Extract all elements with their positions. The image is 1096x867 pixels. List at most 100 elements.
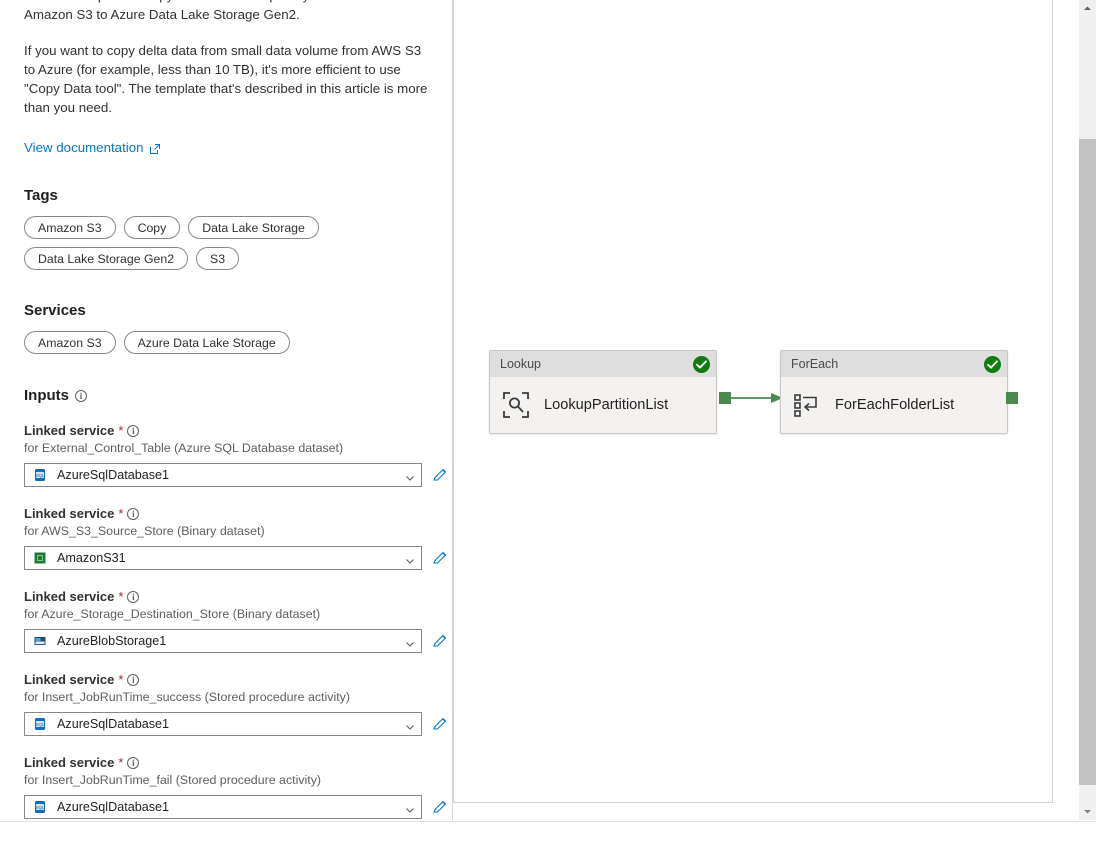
field-label: Linked service *	[24, 589, 428, 604]
svg-text:SQL: SQL	[35, 805, 45, 810]
linked-service-value: AzureBlobStorage1	[57, 634, 167, 648]
view-documentation-label: View documentation	[24, 140, 144, 155]
edit-pencil-icon[interactable]	[432, 799, 448, 815]
services-heading: Services	[24, 302, 86, 319]
amazon-s3-icon	[33, 551, 47, 565]
chevron-down-icon	[405, 470, 415, 481]
connector-lookup-to-foreach	[731, 393, 783, 403]
linked-service-dropdown[interactable]: SQL AzureSqlDatabase1	[24, 463, 422, 487]
field-label: Linked service *	[24, 423, 428, 438]
required-indicator: *	[118, 755, 124, 770]
inputs-heading-label: Inputs	[24, 387, 69, 404]
foreach-icon	[793, 391, 821, 419]
linked-service-value: AzureSqlDatabase1	[57, 468, 170, 482]
linked-service-field: Linked service * for External_Control_Ta…	[24, 423, 447, 487]
pipeline-node-foreach[interactable]: ForEach ForEachFolderList	[780, 350, 1008, 434]
tag-chip: S3	[196, 247, 240, 270]
linked-service-field: Linked service * for AWS_S3_Source_Store…	[24, 506, 447, 570]
services-list: Amazon S3 Azure Data Lake Storage	[24, 331, 428, 354]
linked-service-dropdown[interactable]: SQL AzureSqlDatabase1	[24, 795, 422, 819]
node-type-label: ForEach	[791, 357, 839, 371]
field-label-text: Linked service	[24, 506, 115, 521]
node-name-label: ForEachFolderList	[835, 397, 955, 413]
linked-service-value: AzureSqlDatabase1	[57, 717, 170, 731]
field-control-row: SQL AzureSqlDatabase1	[24, 795, 447, 819]
field-control-row: SQL AzureSqlDatabase1	[24, 463, 447, 487]
node-name-label: LookupPartitionList	[544, 397, 669, 413]
node-output-port[interactable]	[1006, 392, 1018, 404]
field-label-text: Linked service	[24, 755, 115, 770]
field-label: Linked service *	[24, 755, 428, 770]
edit-pencil-icon[interactable]	[432, 467, 448, 483]
field-sublabel: for Insert_JobRunTime_fail (Stored proce…	[24, 773, 322, 787]
inputs-heading: Inputs	[24, 387, 428, 404]
template-details-panel: Use this template to copy delta data fro…	[0, 0, 452, 820]
info-icon[interactable]	[127, 673, 140, 686]
required-indicator: *	[118, 423, 124, 438]
linked-service-dropdown[interactable]: AmazonS31	[24, 546, 422, 570]
field-label: Linked service *	[24, 672, 428, 687]
required-indicator: *	[118, 672, 124, 687]
info-icon[interactable]	[75, 389, 87, 402]
pipeline-canvas[interactable]: Lookup LookupPartitionList ForEach ForEa…	[453, 0, 1053, 803]
node-body: ForEachFolderList	[781, 377, 1007, 433]
page-scrollbar-thumb[interactable]	[1079, 139, 1096, 785]
field-sublabel: for Azure_Storage_Destination_Store (Bin…	[24, 607, 321, 621]
azure-sql-database-icon: SQL	[33, 717, 47, 731]
required-indicator: *	[118, 589, 124, 604]
tag-chip: Copy	[123, 216, 181, 239]
scroll-up-arrow-icon[interactable]	[1079, 0, 1096, 17]
field-control-row: AmazonS31	[24, 546, 447, 570]
chevron-down-icon	[405, 719, 415, 730]
linked-service-value: AzureSqlDatabase1	[57, 800, 170, 814]
node-body: LookupPartitionList	[490, 377, 716, 433]
edit-pencil-icon[interactable]	[432, 550, 448, 566]
node-header: ForEach	[781, 351, 1007, 377]
linked-service-field: Linked service * for Insert_JobRunTime_s…	[24, 672, 447, 736]
pipeline-node-lookup[interactable]: Lookup LookupPartitionList	[489, 350, 717, 434]
required-indicator: *	[118, 506, 124, 521]
tag-chip: Data Lake Storage Gen2	[24, 247, 189, 270]
info-icon[interactable]	[127, 424, 140, 437]
linked-service-field: Linked service * for Insert_JobRunTime_f…	[24, 755, 447, 819]
description-paragraph-2: If you want to copy delta data from smal…	[24, 43, 428, 115]
svg-text:SQL: SQL	[35, 722, 45, 727]
tag-chip: Amazon S3	[24, 216, 116, 239]
svg-text:SQL: SQL	[35, 473, 45, 478]
field-label-text: Linked service	[24, 589, 115, 604]
node-status-valid-icon	[693, 355, 710, 373]
info-icon[interactable]	[127, 507, 140, 520]
edit-pencil-icon[interactable]	[432, 633, 448, 649]
field-sublabel: for External_Control_Table (Azure SQL Da…	[24, 441, 344, 455]
field-label-text: Linked service	[24, 672, 115, 687]
service-chip: Amazon S3	[24, 331, 116, 354]
field-control-row: SQL AzureSqlDatabase1	[24, 712, 447, 736]
linked-service-field: Linked service * for Azure_Storage_Desti…	[24, 589, 447, 653]
azure-sql-database-icon: SQL	[33, 800, 47, 814]
tag-chip: Data Lake Storage	[188, 216, 319, 239]
view-documentation-link[interactable]: View documentation	[24, 140, 161, 155]
chevron-down-icon	[405, 802, 415, 813]
info-icon[interactable]	[127, 590, 140, 603]
node-status-valid-icon	[984, 355, 1001, 373]
scroll-down-arrow-icon[interactable]	[1079, 803, 1096, 820]
azure-sql-database-icon: SQL	[33, 468, 47, 482]
info-icon[interactable]	[127, 756, 140, 769]
chevron-down-icon	[405, 636, 415, 647]
page-scrollbar[interactable]	[1079, 0, 1096, 820]
linked-service-dropdown[interactable]: SQL AzureSqlDatabase1	[24, 712, 422, 736]
tags-heading: Tags	[24, 187, 58, 204]
edit-pencil-icon[interactable]	[432, 716, 448, 732]
node-header: Lookup	[490, 351, 716, 377]
chevron-down-icon	[405, 553, 415, 564]
external-link-icon	[149, 143, 161, 155]
node-output-port[interactable]	[719, 392, 731, 404]
node-type-label: Lookup	[500, 357, 542, 371]
lookup-icon	[502, 391, 530, 419]
linked-service-dropdown[interactable]: AzureBlobStorage1	[24, 629, 422, 653]
tags-list: Amazon S3 Copy Data Lake Storage Data La…	[24, 216, 428, 270]
linked-service-value: AmazonS31	[57, 551, 126, 565]
field-label-text: Linked service	[24, 423, 115, 438]
description-paragraph-1: Use this template to copy delta data fro…	[24, 0, 402, 22]
field-label: Linked service *	[24, 506, 428, 521]
